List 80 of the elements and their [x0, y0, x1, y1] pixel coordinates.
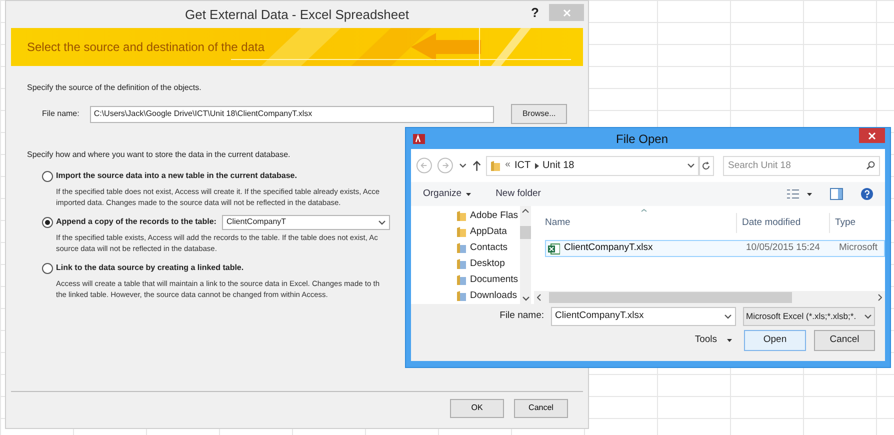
close-icon — [868, 132, 876, 140]
nav-item[interactable]: Adobe Flas — [456, 208, 520, 224]
address-bar[interactable]: « ICT Unit 18 — [486, 156, 699, 176]
refresh-icon — [701, 160, 712, 170]
column-header[interactable]: Name — [534, 213, 737, 233]
path-overflow[interactable]: « — [505, 158, 510, 173]
help-icon[interactable] — [861, 188, 873, 200]
nav-item[interactable]: AppData — [456, 224, 520, 240]
caret-icon — [466, 192, 471, 196]
scroll-thumb[interactable] — [520, 226, 531, 240]
nav-item[interactable]: Desktop — [456, 256, 520, 272]
recent-locations-icon — [458, 163, 466, 168]
option-label[interactable]: Import the source data into a new table in the current database. — [56, 170, 297, 182]
date-cell-text: 10/05/2015 15:24 — [746, 241, 821, 256]
radio-button[interactable] — [42, 262, 53, 274]
file-name-field[interactable]: ClientCompanyT.xlsx — [551, 307, 736, 326]
store-prompt: Specify how and where you want to store the data in the current database. — [27, 149, 292, 161]
organize-button[interactable]: Organize — [423, 186, 471, 202]
refresh-button[interactable] — [698, 156, 714, 176]
folder-icon — [456, 242, 467, 254]
folder-icon — [456, 274, 467, 286]
path-segment[interactable]: ICT — [514, 158, 531, 173]
file-name-cell-text: ClientCompanyT.xlsx — [564, 241, 654, 256]
chevron-down-icon — [686, 163, 695, 168]
radio-button[interactable] — [42, 216, 53, 228]
scroll-thumb[interactable] — [549, 292, 792, 303]
close-icon — [562, 8, 570, 16]
file-name-field[interactable]: C:\Users\Jack\Google Drive\ICT\Unit 18\ClientCompanyT.xlsx — [90, 106, 494, 122]
caret-icon — [727, 339, 732, 342]
caret-icon[interactable] — [807, 192, 812, 196]
scroll-right-icon — [878, 294, 882, 301]
folder-icon — [456, 210, 467, 222]
preview-pane-icon[interactable] — [830, 188, 843, 200]
search-icon — [866, 161, 876, 170]
folder-icon — [490, 160, 502, 172]
scroll-left-icon — [537, 294, 541, 301]
search-field[interactable]: Search Unit 18 — [723, 156, 880, 176]
up-arrow-icon[interactable] — [472, 160, 482, 172]
ok-button[interactable]: OK — [450, 398, 504, 418]
help-button[interactable]: ? — [531, 6, 539, 19]
radio-button[interactable] — [42, 170, 53, 182]
type-cell-text: Microsoft — [839, 241, 878, 256]
path-segment[interactable]: Unit 18 — [542, 158, 574, 173]
tools-button[interactable]: Tools — [694, 333, 732, 348]
table-select[interactable]: ClientCompanyT — [222, 214, 390, 230]
path-separator-icon — [534, 162, 539, 168]
window-title: File Open — [616, 130, 668, 148]
new-folder-button[interactable]: New folder — [496, 186, 541, 202]
file-row[interactable]: ClientCompanyT.xlsx 10/05/2015 15:24 Microsoft — [545, 240, 885, 257]
file-type-select[interactable]: Microsoft Excel (*.xls;*.xlsb;*. — [743, 307, 875, 326]
nav-item[interactable]: Contacts — [456, 240, 520, 256]
window-title: Get External Data - Excel Spreadsheet — [184, 6, 409, 24]
view-list-icon[interactable] — [787, 189, 799, 199]
nav-item[interactable]: Downloads — [456, 288, 520, 304]
chevron-down-icon — [864, 314, 872, 319]
option-label[interactable]: Link to the data source by creating a linked table. — [56, 262, 244, 274]
column-header[interactable]: Type — [830, 213, 856, 233]
folder-icon — [456, 290, 467, 302]
source-prompt: Specify the source of the definition of the objects. — [27, 82, 202, 94]
folder-icon — [456, 226, 467, 238]
horizontal-scrollbar[interactable] — [534, 291, 885, 304]
scroll-down-icon — [522, 296, 530, 301]
option-label[interactable]: Append a copy of the records to the table: — [56, 216, 216, 228]
file-name-label: File name: — [500, 309, 544, 324]
open-button[interactable]: Open — [744, 330, 806, 351]
app-icon — [413, 132, 425, 144]
close-button[interactable] — [859, 128, 885, 143]
chevron-down-icon — [724, 314, 732, 319]
browse-button[interactable]: Browse... — [511, 104, 567, 124]
banner-title: Select the source and destination of the data — [26, 39, 264, 56]
chevron-down-icon — [378, 220, 386, 224]
column-header[interactable]: Date modified — [737, 213, 830, 233]
spreadsheet-file-icon — [548, 242, 560, 254]
scroll-up-icon — [522, 209, 529, 213]
file-name-label: File name: — [42, 108, 80, 120]
nav-scrollbar[interactable] — [520, 206, 531, 304]
cancel-button[interactable]: Cancel — [514, 398, 568, 418]
cancel-button[interactable]: Cancel — [814, 330, 875, 351]
nav-item[interactable]: Documents — [456, 272, 520, 288]
folder-icon — [456, 258, 467, 270]
